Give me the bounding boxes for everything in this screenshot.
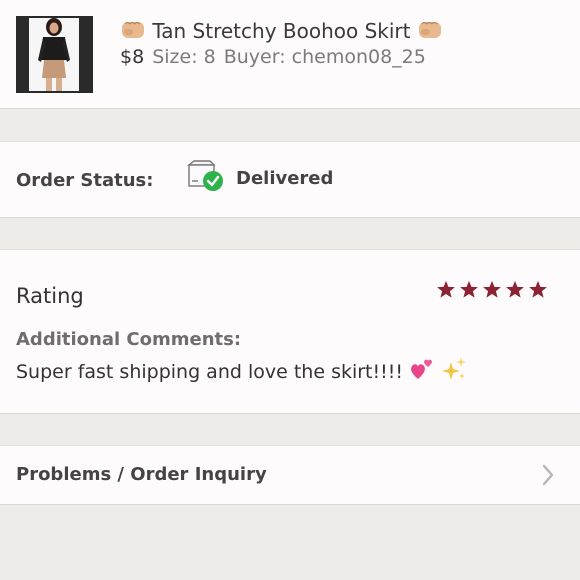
order-status-value: Delivered <box>236 168 334 189</box>
item-price: $8 <box>120 46 145 68</box>
star-icon <box>483 280 501 298</box>
comments-row: Super fast shipping and love the skirt!!… <box>16 356 467 383</box>
item-title-row: Tan Stretchy Boohoo Skirt <box>120 17 443 43</box>
rating-label: Rating <box>16 284 84 308</box>
star-icon <box>529 280 547 298</box>
chevron-right-icon <box>542 464 554 486</box>
item-buyer: Buyer: chemon08_25 <box>223 46 426 68</box>
order-status-label: Order Status: <box>16 170 154 191</box>
product-photo-icon <box>16 16 93 93</box>
box-delivered-icon <box>187 160 223 191</box>
sparkles-emoji-icon <box>442 357 467 380</box>
product-thumbnail[interactable] <box>16 16 93 93</box>
item-card[interactable]: Tan Stretchy Boohoo Skirt $8 Size: 8 Buyer… <box>0 0 580 109</box>
item-size: Size: 8 <box>152 46 216 68</box>
two-hearts-emoji-icon <box>411 359 432 379</box>
rating-card: Rating Additional Comments: Super fast s… <box>0 249 580 414</box>
item-meta: $8 Size: 8 Buyer: chemon08_25 <box>120 46 426 68</box>
star-icon <box>437 280 455 298</box>
order-status-card: Order Status: Delivered <box>0 141 580 218</box>
item-title: Tan Stretchy Boohoo Skirt <box>152 19 411 43</box>
fist-emoji-icon <box>418 21 441 38</box>
star-icon <box>460 280 478 298</box>
fist-emoji-icon <box>122 21 144 38</box>
problems-order-inquiry-label: Problems / Order Inquiry <box>16 464 267 485</box>
additional-comments-text: Super fast shipping and love the skirt!!… <box>16 361 403 383</box>
problems-order-inquiry-row[interactable]: Problems / Order Inquiry <box>0 445 580 505</box>
rating-stars <box>436 280 548 299</box>
star-icon <box>506 280 524 298</box>
additional-comments-label: Additional Comments: <box>16 329 242 350</box>
